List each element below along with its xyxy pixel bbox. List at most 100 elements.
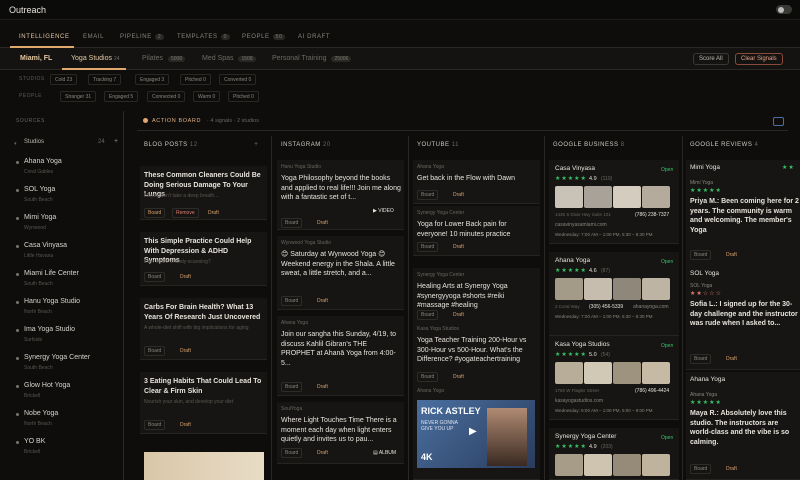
phone[interactable]: (786) 496-4424: [635, 388, 669, 394]
draft-link[interactable]: Draft: [453, 312, 464, 318]
instagram-card[interactable]: Hanu Yoga Studio Yoga Philosophy beyond …: [277, 160, 404, 230]
photo-thumb[interactable]: [555, 278, 583, 300]
filter-people-engaged[interactable]: Engaged 5: [104, 91, 139, 102]
tab-email[interactable]: EMAIL: [83, 34, 104, 40]
youtube-card[interactable]: Kasa Yoga Studios Yoga Teacher Training …: [413, 322, 540, 386]
video-thumbnail[interactable]: RICK ASTLEY NEVER GONNA GIVE YOU UP ▶ 4K: [417, 400, 535, 468]
draft-link[interactable]: Draft: [317, 220, 328, 226]
filter-pitched[interactable]: Pitched 0: [180, 74, 211, 85]
sidebar-item-hanu-yoga-studio[interactable]: Hanu Yoga Studio North Beach: [16, 298, 124, 325]
board-button[interactable]: Board: [144, 346, 166, 356]
review-card[interactable]: SOL Yoga SOL Yoga ★★☆☆☆ Sofia L.: I sign…: [686, 266, 800, 370]
draft-link[interactable]: Draft: [726, 252, 737, 258]
board-button[interactable]: Board: [281, 296, 303, 306]
draft-link[interactable]: Draft: [208, 210, 219, 216]
board-expand-button[interactable]: [773, 117, 784, 126]
sidebar-item-ima-yoga-studio[interactable]: Ima Yoga Studio Surfside: [16, 326, 124, 353]
board-button[interactable]: Board: [417, 310, 439, 320]
business-card[interactable]: Ahana Yoga Open ★★★★★ 4.6 (87) 2 Coral W…: [549, 252, 679, 336]
filter-converted[interactable]: Converted 0: [219, 74, 257, 85]
phone[interactable]: (305) 456-5339: [589, 304, 623, 310]
sidebar-item-sol-yoga[interactable]: SOL Yoga South Beach: [16, 186, 124, 213]
board-button[interactable]: Board: [144, 420, 166, 430]
instagram-card[interactable]: Ahana Yoga Join our sangha this Sunday, …: [277, 316, 404, 396]
board-button[interactable]: Board: [281, 448, 303, 458]
draft-link[interactable]: Draft: [180, 348, 191, 354]
photo-thumb[interactable]: [584, 362, 612, 384]
photo-thumb[interactable]: [642, 362, 670, 384]
subtab-pilates[interactable]: Pilates 5008: [142, 55, 186, 62]
sidebar-item-mimi-yoga[interactable]: Mimi Yoga Wynwood: [16, 214, 124, 241]
photo-thumb[interactable]: [613, 186, 641, 208]
phone[interactable]: (786) 238-7327: [635, 212, 669, 218]
subtab-med-spas[interactable]: Med Spas 1508: [202, 55, 256, 62]
filter-connected[interactable]: Connected 0: [147, 91, 186, 102]
draft-link[interactable]: Draft: [453, 374, 464, 380]
photo-thumb[interactable]: [584, 186, 612, 208]
photo-thumb[interactable]: [613, 454, 641, 476]
board-button[interactable]: Board: [690, 250, 712, 260]
remove-button[interactable]: Remove: [172, 208, 199, 218]
draft-link[interactable]: Draft: [317, 298, 328, 304]
blog-card[interactable]: These Common Cleaners Could Be Doing Ser…: [140, 166, 267, 220]
subtab-personal-training[interactable]: Personal Training 25006: [272, 55, 352, 62]
filter-warm[interactable]: Warm 0: [193, 91, 221, 102]
studios-section-label[interactable]: Studios: [24, 139, 44, 145]
filter-engaged[interactable]: Engaged 3: [135, 74, 170, 85]
draft-link[interactable]: Draft: [180, 274, 191, 280]
website[interactable]: kasayogastudios.com: [555, 398, 603, 404]
photo-thumb[interactable]: [642, 454, 670, 476]
photo-strip[interactable]: [555, 186, 671, 208]
photo-strip[interactable]: [555, 454, 671, 476]
board-button[interactable]: Board: [281, 382, 303, 392]
business-card[interactable]: Synergy Yoga Center Open ★★★★★ 4.9 (203): [549, 428, 679, 480]
board-button[interactable]: Board: [417, 372, 439, 382]
board-button[interactable]: Board: [144, 272, 166, 282]
play-icon[interactable]: ▶: [469, 426, 477, 437]
tab-templates[interactable]: TEMPLATES 0: [177, 34, 231, 40]
youtube-card[interactable]: Synergy Yoga Center Healing Arts at Syne…: [413, 268, 540, 324]
sidebar-item-ahana-yoga[interactable]: Ahana Yoga Coral Gables: [16, 158, 124, 185]
filter-cold[interactable]: Cold 23: [50, 74, 78, 85]
tab-ai-draft[interactable]: AI DRAFT: [298, 34, 330, 40]
column-menu-icon[interactable]: +: [254, 141, 258, 148]
board-button[interactable]: Board: [690, 354, 712, 364]
photo-thumb[interactable]: [555, 454, 583, 476]
photo-thumb[interactable]: [613, 278, 641, 300]
draft-link[interactable]: Draft: [317, 384, 328, 390]
sidebar-item-glow-hot-yoga[interactable]: Glow Hot Yoga Brickell: [16, 382, 124, 409]
draft-link[interactable]: Draft: [317, 450, 328, 456]
subtab-yoga-studios[interactable]: Yoga Studios 24: [71, 55, 120, 62]
expand-icon[interactable]: ▾: [14, 141, 17, 147]
board-button[interactable]: Board: [281, 218, 303, 228]
blog-card[interactable]: 3 Eating Habits That Could Lead To Clear…: [140, 372, 267, 434]
blog-card[interactable]: Carbs For Brain Health? What 13 Years Of…: [140, 298, 267, 360]
sidebar-item-yo-bk[interactable]: YO BK Brickell: [16, 438, 124, 465]
theme-toggle[interactable]: [776, 5, 792, 14]
draft-link[interactable]: Draft: [453, 244, 464, 250]
website[interactable]: casavinyasamiami.com: [555, 222, 607, 228]
filter-stranger[interactable]: Stranger 31: [60, 91, 97, 102]
tab-intelligence[interactable]: INTELLIGENCE: [19, 34, 70, 40]
location-label[interactable]: Miami, FL: [20, 55, 52, 62]
score-all-button[interactable]: Score All: [693, 53, 729, 65]
photo-thumb[interactable]: [584, 278, 612, 300]
draft-link[interactable]: Draft: [726, 356, 737, 362]
photo-thumb[interactable]: [642, 278, 670, 300]
clear-signals-button[interactable]: Clear Signals: [735, 53, 783, 65]
photo-strip[interactable]: [555, 278, 671, 300]
review-card[interactable]: Mimi Yoga ★★ Mimi Yoga ★★★★★ Priya M.: B…: [686, 160, 800, 268]
board-button[interactable]: Board: [417, 190, 439, 200]
add-source-icon[interactable]: +: [114, 138, 118, 145]
sidebar-item-nobe-yoga[interactable]: Nobe Yoga North Beach: [16, 410, 124, 437]
tab-pipeline[interactable]: PIPELINE 2: [120, 34, 165, 40]
board-button[interactable]: Board: [690, 464, 712, 474]
photo-thumb[interactable]: [613, 362, 641, 384]
filter-people-pitched[interactable]: Pitched 0: [228, 91, 259, 102]
instagram-card[interactable]: SoulYoga Where Light Touches Time There …: [277, 402, 404, 464]
sidebar-item-miami-life-center[interactable]: Miami Life Center South Beach: [16, 270, 124, 297]
youtube-card[interactable]: Ahana Yoga RICK ASTLEY NEVER GONNA GIVE …: [413, 384, 540, 480]
business-card[interactable]: Casa Vinyasa Open ★★★★★ 4.9 (119) 1435 S…: [549, 160, 679, 244]
tab-people[interactable]: PEOPLE 50: [242, 34, 286, 40]
photo-strip[interactable]: [555, 362, 671, 384]
